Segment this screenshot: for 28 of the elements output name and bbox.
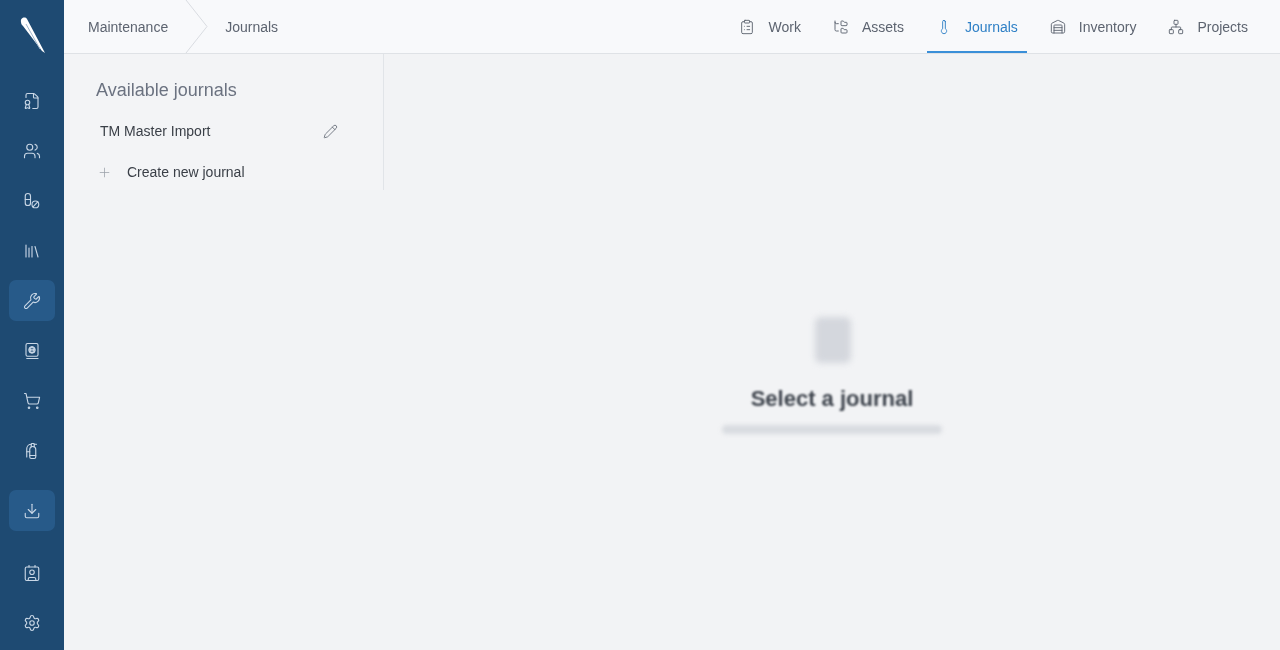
journal-item[interactable]: TM Master Import — [100, 123, 211, 139]
tree-icon — [832, 18, 849, 35]
clipboard-icon — [739, 18, 756, 35]
breadcrumb-current: Journals — [224, 18, 279, 35]
pill-ban-icon — [23, 191, 41, 210]
sidebar-button[interactable] — [9, 490, 55, 531]
users-icon — [23, 141, 41, 160]
nav-tab[interactable]: Work — [730, 0, 810, 53]
file-badge-icon — [23, 91, 41, 110]
download-icon — [23, 501, 41, 520]
contact-book-icon — [23, 563, 41, 582]
warehouse-icon — [1049, 18, 1066, 35]
book-globe-icon — [23, 341, 41, 360]
settings-icon — [23, 613, 41, 632]
sidebar-button[interactable] — [9, 280, 55, 321]
breadcrumb-link[interactable]: Maintenance — [88, 18, 169, 35]
cart-icon — [23, 391, 41, 410]
wrench-icon — [23, 291, 41, 310]
nav-tab[interactable]: Projects — [1159, 0, 1257, 53]
quill-logo — [18, 16, 46, 54]
edit-icon[interactable] — [323, 123, 338, 139]
plus-icon — [97, 164, 112, 180]
network-icon — [1168, 18, 1185, 35]
empty-state-title: Select a journal — [750, 384, 914, 413]
create-journal-button[interactable]: Create new journal — [96, 154, 245, 190]
nav-tab[interactable]: Assets — [823, 0, 913, 53]
nav-tab[interactable]: Inventory — [1040, 0, 1146, 53]
panel-title: Available journals — [96, 79, 238, 102]
